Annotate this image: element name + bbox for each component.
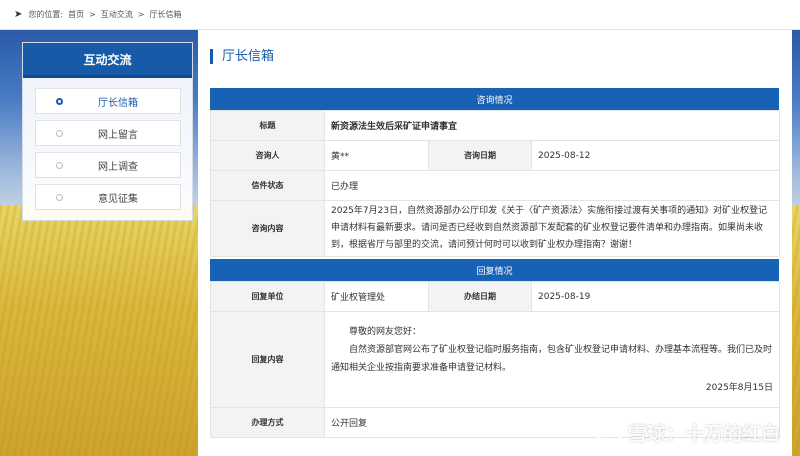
breadcrumb-prefix: 您的位置: xyxy=(28,10,64,19)
sidebar-item-label: 意见征集 xyxy=(98,193,138,205)
table-row: 回复单位 矿业权管理处 办结日期 2025-08-19 xyxy=(210,281,780,312)
breadcrumb: ➤ 您的位置: 首页 > 互动交流 > 厅长信箱 xyxy=(0,0,800,30)
reply-section-header: 回复情况 xyxy=(210,259,779,281)
sidebar-item-label: 网上调查 xyxy=(98,161,138,173)
breadcrumb-current[interactable]: 厅长信箱 xyxy=(150,9,182,20)
table-row: 信件状态 已办理 xyxy=(210,170,781,201)
bullet-icon xyxy=(56,162,63,169)
done-date-value: 2025-08-19 xyxy=(531,281,780,312)
sidebar-item-label: 网上留言 xyxy=(98,129,138,141)
reply-content-value: 尊敬的网友您好： 自然资源部官网公布了矿业权登记临时服务指南，包含矿业权登记申请… xyxy=(324,311,780,408)
done-date-label: 办结日期 xyxy=(428,281,532,312)
date-value: 2025-08-12 xyxy=(530,140,781,171)
watermark-text: 雪球：十万的红白 xyxy=(627,423,780,445)
reply-greeting: 尊敬的网友您好： xyxy=(349,326,422,337)
sidebar-item-online-survey[interactable]: 网上调查 xyxy=(35,152,181,178)
bullet-icon xyxy=(56,98,63,105)
status-label: 信件状态 xyxy=(210,170,325,201)
content-value: 2025年7月23日，自然资源部办公厅印发《关于〈矿产资源法〉实施衔接过渡有关事… xyxy=(323,200,781,257)
sidebar-item-label: 厅长信箱 xyxy=(98,97,138,109)
reply-body: 自然资源部官网公布了矿业权登记临时服务指南，包含矿业权登记申请材料、办理基本流程… xyxy=(331,344,773,373)
table-row: 标题 新资源法生效后采矿证申请事宜 xyxy=(210,110,781,141)
reply-content-label: 回复内容 xyxy=(210,311,325,408)
breadcrumb-separator: > xyxy=(89,10,96,19)
sidebar-item-online-message[interactable]: 网上留言 xyxy=(35,120,181,146)
page-title: 厅长信箱 xyxy=(210,49,274,64)
sidebar-item-director-mailbox[interactable]: 厅长信箱 xyxy=(35,88,181,114)
person-label: 咨询人 xyxy=(210,140,325,171)
main-content: 厅长信箱 咨询情况 标题 新资源法生效后采矿证申请事宜 咨询人 黄** 咨询日期… xyxy=(198,30,792,456)
status-value: 已办理 xyxy=(323,170,781,201)
reply-table: 回复单位 矿业权管理处 办结日期 2025-08-19 回复内容 尊敬的网友您好… xyxy=(210,281,780,438)
table-row: 咨询人 黄** 咨询日期 2025-08-12 xyxy=(210,140,781,171)
sidebar-item-opinion-collection[interactable]: 意见征集 xyxy=(35,184,181,210)
date-label: 咨询日期 xyxy=(428,140,532,171)
title-label: 标题 xyxy=(210,110,325,141)
location-arrow-icon: ➤ xyxy=(14,9,23,20)
consult-section-header: 咨询情况 xyxy=(210,88,779,110)
method-label: 办理方式 xyxy=(210,407,325,438)
xueqiu-watermark: 雪球：十万的红白 xyxy=(595,419,780,446)
title-value: 新资源法生效后采矿证申请事宜 xyxy=(323,110,781,141)
table-row: 咨询内容 2025年7月23日，自然资源部办公厅印发《关于〈矿产资源法〉实施衔接… xyxy=(210,200,781,257)
sidebar: 互动交流 厅长信箱 网上留言 网上调查 意见征集 xyxy=(22,42,193,221)
table-row: 回复内容 尊敬的网友您好： 自然资源部官网公布了矿业权登记临时服务指南，包含矿业… xyxy=(210,311,780,408)
unit-label: 回复单位 xyxy=(210,281,325,312)
consult-table: 标题 新资源法生效后采矿证申请事宜 咨询人 黄** 咨询日期 2025-08-1… xyxy=(210,110,781,257)
bullet-icon xyxy=(56,194,63,201)
breadcrumb-separator: > xyxy=(137,10,145,19)
breadcrumb-home-link[interactable]: 首页 xyxy=(68,9,84,20)
unit-value: 矿业权管理处 xyxy=(324,281,429,312)
sidebar-heading: 互动交流 xyxy=(23,43,192,78)
content-label: 咨询内容 xyxy=(210,200,325,257)
breadcrumb-section-link[interactable]: 互动交流 xyxy=(101,9,133,20)
person-value: 黄** xyxy=(324,140,429,171)
bullet-icon xyxy=(56,130,63,137)
snowball-logo-icon xyxy=(595,419,622,446)
reply-date: 2025年8月15日 xyxy=(705,382,773,393)
